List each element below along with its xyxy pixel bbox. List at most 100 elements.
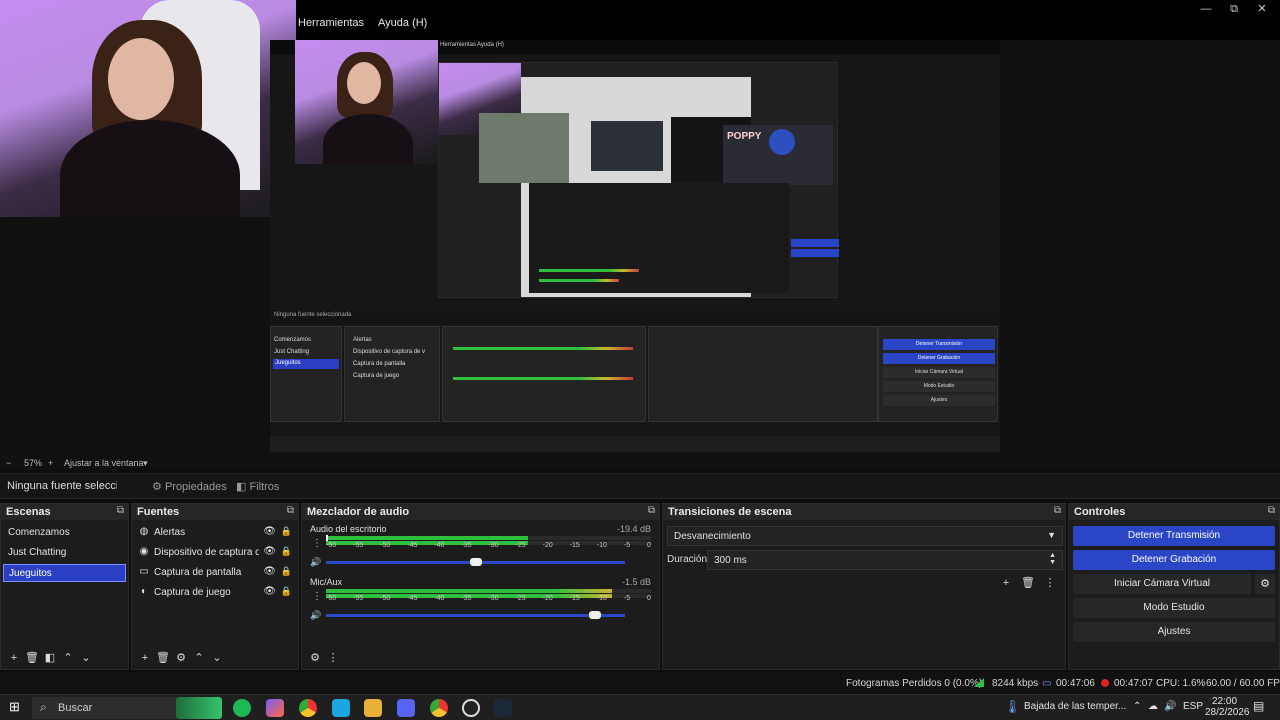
notification-icon[interactable]: ▤ xyxy=(1253,699,1264,713)
transition-menu-icon[interactable]: ⋮ xyxy=(1041,574,1059,592)
mixer-menu-icon[interactable]: ⋮ xyxy=(324,649,342,667)
undock-icon[interactable]: ⧉ xyxy=(117,505,124,516)
filters-button[interactable]: ◧ Filtros xyxy=(236,480,279,493)
fit-window-chevron-icon[interactable]: ▾ xyxy=(143,458,148,469)
mixer-settings-icon[interactable]: ⚙ xyxy=(306,649,324,667)
fit-window-select[interactable]: Ajustar a la ventana xyxy=(64,458,144,468)
clock-time[interactable]: 22:00 xyxy=(1212,696,1237,707)
chrome-icon[interactable] xyxy=(299,699,317,717)
zoom-in-button[interactable]: + xyxy=(48,458,53,468)
source-row[interactable]: ◍ Alertas 👁 🔒 xyxy=(136,524,294,542)
scene-filters-icon[interactable]: ◧ xyxy=(41,649,59,667)
preview-area[interactable]: Herramientas Ayuda (H) POPPY Ninguna fue… xyxy=(0,0,1280,456)
menu-tools[interactable]: Herramientas xyxy=(298,17,364,29)
stream-time: 00:47:06 xyxy=(1056,678,1095,689)
close-button[interactable]: ✕ xyxy=(1248,2,1276,16)
studio-mode-button[interactable]: Modo Estudio xyxy=(1073,598,1275,618)
spin-arrows-icon[interactable]: ▲ ▼ xyxy=(1049,552,1056,566)
eye-icon[interactable]: 👁 xyxy=(263,566,276,577)
duration-spinbox[interactable]: 300 ms ▲ ▼ xyxy=(707,550,1063,570)
move-up-icon[interactable]: ⌃ xyxy=(59,649,77,667)
nested-ctl-3: Iniciar Cámara Virtual xyxy=(883,367,995,378)
transition-value: Desvanecimiento xyxy=(674,531,751,542)
lock-icon[interactable]: 🔒 xyxy=(281,526,292,537)
source-row[interactable]: ▭ Captura de pantalla 👁 🔒 xyxy=(136,564,294,582)
menu-help[interactable]: Ayuda (H) xyxy=(378,17,427,29)
remove-scene-icon[interactable]: 🗑 xyxy=(23,649,41,667)
scene-item-just-chatting[interactable]: Just Chatting xyxy=(3,544,126,562)
undock-icon[interactable]: ⧉ xyxy=(1054,505,1061,516)
settings-button[interactable]: Ajustes xyxy=(1073,622,1275,642)
undock-icon[interactable]: ⧉ xyxy=(287,505,294,516)
undock-icon[interactable]: ⧉ xyxy=(648,505,655,516)
source-row[interactable]: ◐ Captura de juego 👁 🔒 xyxy=(136,584,294,602)
vpn-icon[interactable] xyxy=(332,699,350,717)
gear-icon[interactable]: ⚙ xyxy=(1255,574,1275,594)
network-icon[interactable]: ☁ xyxy=(1148,701,1158,712)
scale-tick: -50 xyxy=(380,542,391,549)
folder-icon[interactable] xyxy=(364,699,382,717)
move-down-icon[interactable]: ⌄ xyxy=(208,649,226,667)
speaker-icon[interactable]: 🔊 xyxy=(310,610,321,621)
stop-recording-button[interactable]: Detener Grabación xyxy=(1073,550,1275,570)
nested-menu-tools: Herramientas xyxy=(440,42,477,48)
menu-bar: Herramientas Ayuda (H) xyxy=(298,17,427,29)
globe-icon: ◍ xyxy=(139,526,149,537)
zoom-out-button[interactable]: − xyxy=(6,458,11,468)
spotify-icon[interactable] xyxy=(233,699,251,717)
lock-icon[interactable]: 🔒 xyxy=(281,546,292,557)
filters-label: Filtros xyxy=(249,481,280,493)
chrome-profile-icon[interactable] xyxy=(430,699,448,717)
properties-button[interactable]: ⚙ Propiedades xyxy=(152,480,227,493)
taskbar: ⊞ ⌕ Buscar 🌡 Bajada de las temper... ⌃ ☁… xyxy=(0,694,1280,720)
nested-source-4: Captura de juego xyxy=(353,373,400,379)
weather-text[interactable]: Bajada de las temper... xyxy=(1024,701,1126,712)
clock-date[interactable]: 28/2/2026 xyxy=(1205,707,1250,718)
taskbar-search[interactable]: ⌕ Buscar xyxy=(32,697,222,719)
search-icon: ⌕ xyxy=(40,700,47,714)
eye-icon[interactable]: 👁 xyxy=(263,586,276,597)
move-up-icon[interactable]: ⌃ xyxy=(190,649,208,667)
nested-scene-2: Just Chatting xyxy=(274,349,310,355)
lock-icon[interactable]: 🔒 xyxy=(281,566,292,577)
volume-slider[interactable] xyxy=(326,558,625,566)
scenes-toolbar: + 🗑 ◧ ⌃ ⌄ xyxy=(1,647,128,669)
volume-icon[interactable]: 🔊 xyxy=(1164,701,1176,712)
lock-icon[interactable]: 🔒 xyxy=(281,586,292,597)
stop-stream-button[interactable]: Detener Transmisión xyxy=(1073,526,1275,546)
mixer-toolbar: ⚙ ⋮ xyxy=(302,647,659,669)
move-down-icon[interactable]: ⌄ xyxy=(77,649,95,667)
camera-icon: ◉ xyxy=(139,546,149,557)
steam-icon[interactable] xyxy=(494,699,512,717)
scene-item-jueguitos[interactable]: Jueguitos xyxy=(3,564,126,582)
level-meter xyxy=(326,535,651,541)
mixer-channel-mic: Mic/Aux -1.5 dB ⋮ -60 -55 -50 -45 -40 -35 -30-… xyxy=(306,577,655,627)
add-source-icon[interactable]: + xyxy=(136,649,154,667)
copilot-icon[interactable] xyxy=(266,699,284,717)
minimize-button[interactable]: — xyxy=(1192,2,1220,16)
eye-icon[interactable]: 👁 xyxy=(263,526,276,537)
windows-start-icon[interactable]: ⊞ xyxy=(9,699,20,715)
tray-chevron-icon[interactable]: ⌃ xyxy=(1133,701,1141,712)
discord-icon[interactable] xyxy=(397,699,415,717)
virtual-camera-button[interactable]: Iniciar Cámara Virtual xyxy=(1073,574,1251,594)
source-settings-icon[interactable]: ⚙ xyxy=(172,649,190,667)
more-icon[interactable]: ⋮ xyxy=(312,538,322,549)
undock-icon[interactable]: ⧉ xyxy=(1268,505,1275,516)
more-icon[interactable]: ⋮ xyxy=(312,591,322,602)
language-indicator[interactable]: ESP xyxy=(1183,701,1203,712)
maximize-button[interactable]: ⧉ xyxy=(1220,2,1248,16)
gamepad-icon: ◐ xyxy=(140,586,148,597)
volume-slider[interactable] xyxy=(326,611,625,619)
transition-select[interactable]: Desvanecimiento ▼ xyxy=(667,526,1063,546)
obs-icon[interactable] xyxy=(462,699,480,717)
remove-source-icon[interactable]: 🗑 xyxy=(154,649,172,667)
scene-item-comenzamos[interactable]: Comenzamos xyxy=(3,524,126,542)
remove-transition-icon[interactable]: 🗑 xyxy=(1019,574,1037,592)
add-scene-icon[interactable]: + xyxy=(5,649,23,667)
sources-toolbar: + 🗑 ⚙ ⌃ ⌄ xyxy=(132,647,298,669)
speaker-icon[interactable]: 🔊 xyxy=(310,557,321,568)
add-transition-icon[interactable]: + xyxy=(997,574,1015,592)
source-row[interactable]: ◉ Dispositivo de captura de v 👁 🔒 xyxy=(136,544,294,562)
eye-icon[interactable]: 👁 xyxy=(263,546,276,557)
